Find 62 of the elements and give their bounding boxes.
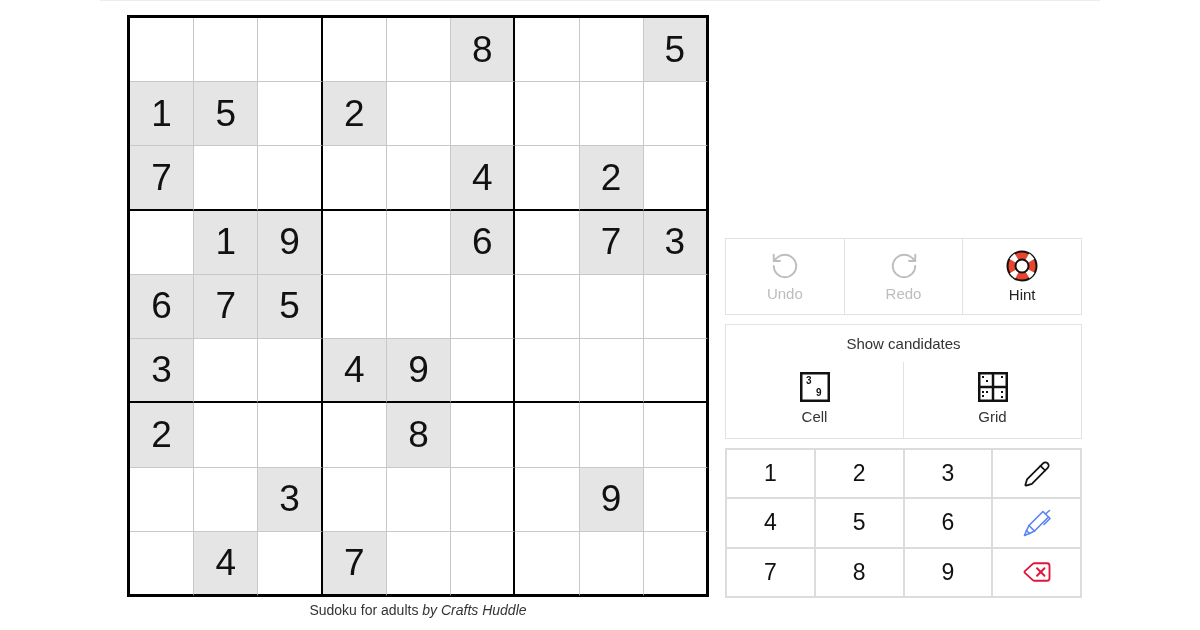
grid-cell[interactable] <box>451 403 516 468</box>
grid-cell[interactable]: 6 <box>451 210 516 275</box>
grid-cell[interactable] <box>258 531 323 596</box>
erase-button[interactable] <box>993 548 1080 596</box>
grid-cell[interactable]: 1 <box>194 210 259 275</box>
grid-cell[interactable] <box>258 146 323 211</box>
number-key[interactable]: 2 <box>815 450 903 498</box>
grid-cell[interactable] <box>451 82 516 147</box>
grid-cell[interactable]: 7 <box>130 146 195 211</box>
number-key[interactable]: 6 <box>904 499 992 547</box>
grid-cell[interactable] <box>643 274 708 340</box>
grid-cell[interactable]: 7 <box>322 531 387 596</box>
grid-cell[interactable]: 5 <box>258 274 323 340</box>
grid-cell[interactable] <box>258 339 323 404</box>
grid-cell[interactable]: 3 <box>643 210 708 275</box>
grid-cell[interactable]: 5 <box>194 82 259 147</box>
grid-cell[interactable] <box>643 146 708 211</box>
grid-cell[interactable] <box>451 274 516 340</box>
grid-cell[interactable] <box>258 18 323 83</box>
grid-cell[interactable]: 2 <box>130 403 195 468</box>
number-key[interactable]: 9 <box>904 548 992 596</box>
pencil-icon <box>1022 459 1051 488</box>
grid-cell[interactable]: 9 <box>386 339 452 404</box>
grid-cell[interactable]: 7 <box>194 274 259 340</box>
grid-cell[interactable]: 1 <box>130 82 195 147</box>
grid-cell[interactable]: 7 <box>579 210 644 275</box>
grid-cell[interactable]: 8 <box>386 403 452 468</box>
grid-cell[interactable]: 9 <box>579 467 644 532</box>
grid-cell[interactable]: 4 <box>322 339 387 404</box>
grid-cell[interactable] <box>643 339 708 404</box>
grid-cell[interactable] <box>643 467 708 532</box>
grid-cell[interactable] <box>451 531 516 596</box>
grid-cell[interactable]: 2 <box>579 146 644 211</box>
grid-cell[interactable]: 6 <box>130 274 195 340</box>
grid-cell[interactable]: 3 <box>130 339 195 404</box>
number-key[interactable]: 4 <box>727 499 814 547</box>
number-key[interactable]: 8 <box>815 548 903 596</box>
numbered-square-icon: 3 9 <box>799 371 830 402</box>
panel-title: Show candidates <box>846 335 961 352</box>
grid-cell[interactable] <box>451 339 516 404</box>
number-key[interactable]: 1 <box>727 450 814 498</box>
grid-cell[interactable] <box>258 82 323 147</box>
pen-icon <box>1021 508 1052 538</box>
grid-cell[interactable]: 4 <box>194 531 259 596</box>
grid-cell[interactable]: 3 <box>258 467 323 532</box>
number-key[interactable]: 3 <box>904 450 992 498</box>
dotted-grid-icon <box>977 371 1008 402</box>
grid-cell[interactable]: 8 <box>451 18 516 83</box>
grid-cell[interactable]: 5 <box>643 18 708 83</box>
grid-cell[interactable] <box>643 82 708 147</box>
grid-cell[interactable] <box>643 403 708 468</box>
grid-cell[interactable] <box>451 467 516 532</box>
caption-text: Sudoku for adults by Crafts Huddle <box>309 602 527 618</box>
grid-cell[interactable] <box>258 403 323 468</box>
grid-cell[interactable]: 4 <box>451 146 516 211</box>
lifebuoy-icon <box>1006 250 1039 282</box>
grid-cell[interactable] <box>643 531 708 596</box>
pencil-button[interactable] <box>993 450 1080 498</box>
number-key[interactable]: 7 <box>727 548 814 596</box>
number-key[interactable]: 5 <box>815 499 903 547</box>
grid-cell[interactable]: 2 <box>322 82 387 147</box>
grid-cell[interactable]: 9 <box>258 210 323 275</box>
